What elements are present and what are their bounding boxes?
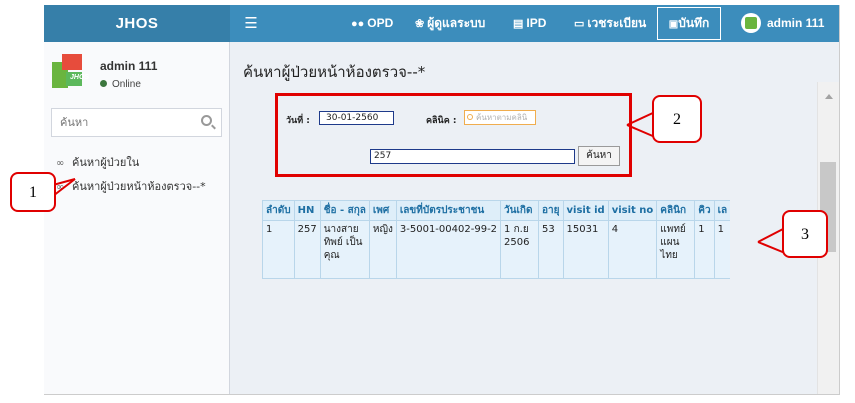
bed-icon: ▤ [513, 18, 524, 30]
results-table: ลำดับ HN ชื่อ - สกุล เพศ เลขที่บัตรประชา… [262, 200, 731, 279]
sidebar-search-input[interactable] [52, 109, 192, 136]
hamburger-icon[interactable]: ☰ [240, 5, 262, 42]
col-header-seq[interactable]: ลำดับ [262, 200, 295, 221]
col-header-queue[interactable]: คิว [694, 200, 715, 221]
col-header-age[interactable]: อายุ [538, 200, 564, 221]
user-menu-name: admin 111 [767, 16, 825, 30]
sidebar: JHOS admin 111 Online ∞ ค้นหาผู้ป่วยใน ∞ ค… [44, 42, 230, 394]
col-header-birthdate[interactable]: วันเกิด [500, 200, 540, 221]
users-icon: ●● [351, 18, 365, 30]
sidebar-user-name: admin 111 [100, 59, 158, 73]
scroll-up-icon[interactable] [825, 94, 833, 99]
cell-hn: 257 [293, 220, 321, 279]
cell-extra: 1 [713, 220, 731, 279]
link-icon: ∞ [56, 158, 65, 169]
table-row[interactable]: 1 257 นางสาย ทิพย์ เป็น คุณ หญิง 3-5001-… [262, 220, 731, 279]
sidebar-item-search-inpatient[interactable]: ∞ ค้นหาผู้ป่วยใน [56, 153, 139, 171]
nav-opd-label: OPD [367, 16, 394, 30]
avatar [741, 12, 761, 33]
col-header-name[interactable]: ชื่อ - สกุล [319, 200, 370, 221]
col-header-sex[interactable]: เพศ [368, 200, 397, 221]
floppy-icon: ▣ [668, 19, 679, 30]
link-icon: ∞ [56, 182, 65, 193]
online-status: Online [100, 79, 141, 90]
sidebar-item-search-exam-room[interactable]: ∞ ค้นหาผู้ป่วยหน้าห้องตรวจ--* [56, 177, 206, 195]
top-navbar: ☰ ●● OPD ❀ ผู้ดูแลระบบ ▤ IPD ▭ เวชระเบียน ▣บ… [230, 5, 839, 42]
sidebar-search [51, 108, 222, 137]
col-header-hn[interactable]: HN [293, 200, 321, 221]
card-icon: ▭ [574, 18, 585, 30]
app-window: JHOS ☰ ●● OPD ❀ ผู้ดูแลระบบ ▤ IPD ▭ เวชระเบี… [44, 5, 840, 395]
sidebar-item-label: ค้นหาผู้ป่วยหน้าห้องตรวจ--* [72, 180, 206, 193]
annotation-frame-search-form [275, 93, 632, 177]
cell-visit-no: 4 [607, 220, 658, 279]
cogs-icon: ❀ [415, 18, 425, 30]
nav-opd[interactable]: ●● OPD [351, 5, 393, 42]
annotation-callout-3: 3 [782, 210, 828, 258]
table-header-row: ลำดับ HN ชื่อ - สกุล เพศ เลขที่บัตรประชา… [262, 200, 731, 221]
cell-id-card: 3-5001-00402-99-2 [395, 220, 502, 279]
cell-visit-id: 15031 [562, 220, 609, 279]
cell-sex: หญิง [368, 220, 397, 279]
col-header-id-card[interactable]: เลขที่บัตรประชาชน [395, 200, 502, 221]
annotation-callout-1: 1 [10, 172, 56, 212]
page-title: ค้นหาผู้ป่วยหน้าห้องตรวจ--* [243, 63, 426, 81]
nav-ipd[interactable]: ▤ IPD [513, 5, 546, 42]
cell-seq: 1 [262, 220, 295, 279]
screenshot-stage: JHOS ☰ ●● OPD ❀ ผู้ดูแลระบบ ▤ IPD ▭ เวชระเบี… [0, 0, 855, 403]
save-button[interactable]: ▣บันทึก [657, 7, 721, 40]
nav-admin[interactable]: ❀ ผู้ดูแลระบบ [415, 5, 485, 42]
nav-medical-records-label: เวชระเบียน [587, 16, 647, 30]
search-icon[interactable] [201, 115, 212, 126]
nav-ipd-label: IPD [526, 16, 547, 30]
status-label: Online [112, 79, 141, 90]
cell-age: 53 [538, 220, 564, 279]
brand-logo[interactable]: JHOS [44, 5, 230, 42]
cell-birthdate: 1 ก.ย 2506 [500, 220, 540, 279]
nav-admin-label: ผู้ดูแลระบบ [427, 16, 486, 30]
status-dot-icon [100, 80, 107, 87]
user-menu[interactable]: admin 111 [741, 5, 824, 42]
cell-name: นางสาย ทิพย์ เป็น คุณ [319, 220, 370, 279]
nav-medical-records[interactable]: ▭ เวชระเบียน [574, 5, 646, 42]
annotation-callout-2: 2 [652, 95, 702, 143]
cell-clinic: แพทย์ แผน ไทย [656, 220, 696, 279]
col-header-extra[interactable]: เล [713, 200, 731, 221]
jhos-logo: JHOS [52, 54, 90, 92]
cell-queue: 1 [694, 220, 715, 279]
col-header-visit-id[interactable]: visit id [562, 200, 609, 221]
save-label: บันทึก [678, 16, 710, 30]
col-header-visit-no[interactable]: visit no [607, 200, 658, 221]
col-header-clinic[interactable]: คลินิก [656, 200, 696, 221]
sidebar-item-label: ค้นหาผู้ป่วยใน [72, 156, 140, 169]
